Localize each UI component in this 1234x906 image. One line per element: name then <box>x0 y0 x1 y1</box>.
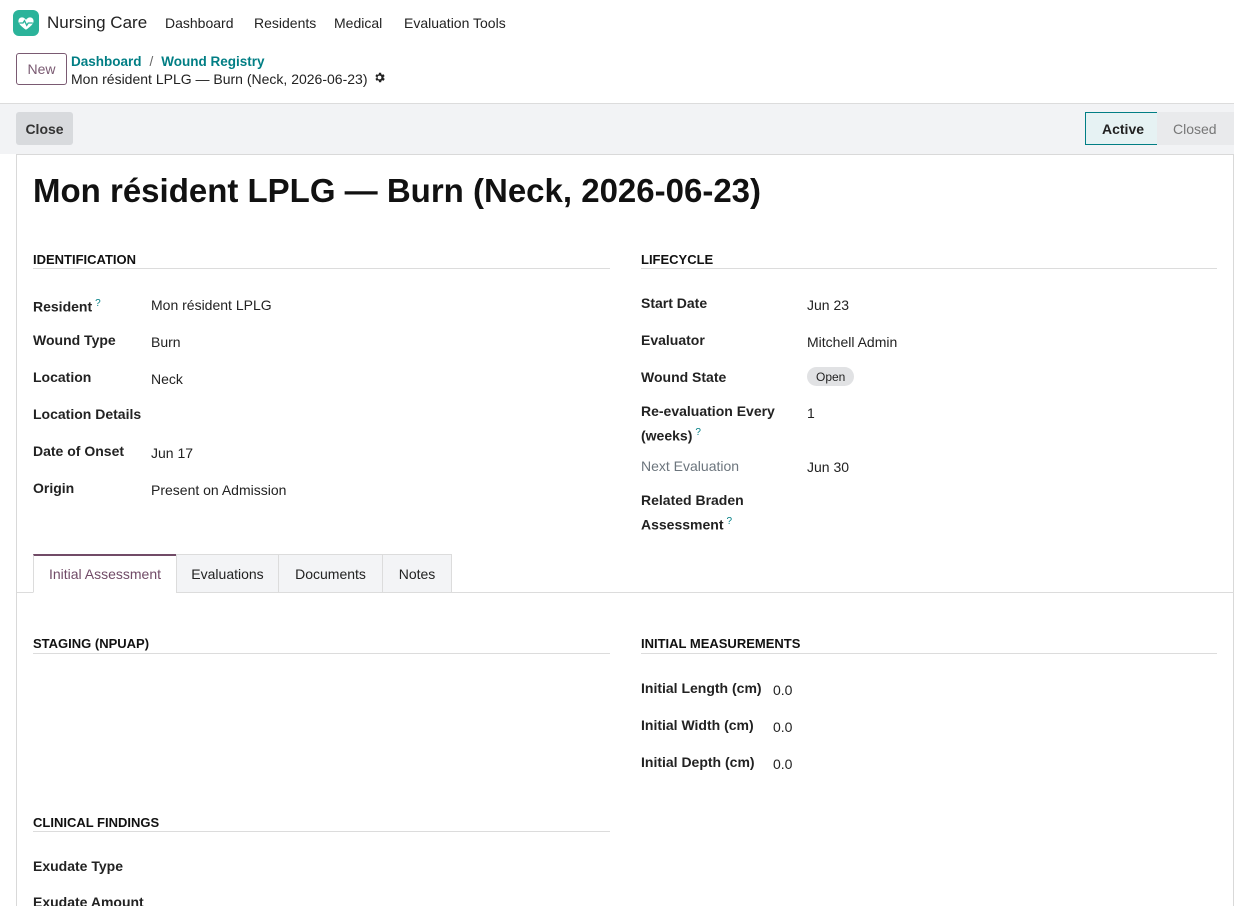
reevaluation-value[interactable]: 1 <box>807 405 815 421</box>
section-clinical-findings: Clinical Findings <box>33 815 160 830</box>
resident-label: Resident? <box>33 298 101 315</box>
status-bar <box>0 104 1234 154</box>
top-navbar: Nursing Care Dashboard Residents Medical… <box>0 0 1234 44</box>
section-divider <box>33 831 610 832</box>
breadcrumb-dashboard[interactable]: Dashboard <box>71 54 142 69</box>
wound-type-label: Wound Type <box>33 332 116 348</box>
initial-length-value[interactable]: 0.0 <box>773 682 792 698</box>
app-logo-icon[interactable] <box>13 10 39 36</box>
breadcrumb-wound-registry[interactable]: Wound Registry <box>161 54 264 69</box>
evaluator-value[interactable]: Mitchell Admin <box>807 334 897 350</box>
section-divider <box>33 653 610 654</box>
resident-value[interactable]: Mon résident LPLG <box>151 297 272 313</box>
initial-length-label: Initial Length (cm) <box>641 680 762 696</box>
wound-type-value[interactable]: Burn <box>151 334 181 350</box>
initial-width-value[interactable]: 0.0 <box>773 719 792 735</box>
next-evaluation-label: Next Evaluation <box>641 458 740 474</box>
initial-width-label: Initial Width (cm) <box>641 717 754 733</box>
stage-closed[interactable]: Closed <box>1157 112 1234 145</box>
reevaluation-label: Re-evaluation Every (weeks)? <box>641 403 775 444</box>
initial-depth-label: Initial Depth (cm) <box>641 754 755 770</box>
help-icon[interactable]: ? <box>695 427 701 438</box>
section-divider <box>641 653 1217 654</box>
wound-state-label: Wound State <box>641 369 727 385</box>
section-divider <box>641 268 1217 269</box>
tab-notes[interactable]: Notes <box>382 554 452 593</box>
tab-documents[interactable]: Documents <box>278 554 383 593</box>
section-initial-measurements: Initial Measurements <box>641 636 801 651</box>
new-button[interactable]: New <box>16 53 67 85</box>
date-of-onset-value[interactable]: Jun 17 <box>151 445 193 461</box>
record-title-row: Mon résident LPLG — Burn (Neck, 2026-06-… <box>71 71 386 87</box>
gear-icon[interactable] <box>373 71 386 87</box>
record-title: Mon résident LPLG — Burn (Neck, 2026-06-… <box>71 71 368 87</box>
nav-medical[interactable]: Medical <box>334 15 382 31</box>
form-sheet <box>16 154 1234 906</box>
close-button[interactable]: Close <box>16 112 73 145</box>
location-value[interactable]: Neck <box>151 371 183 387</box>
app-name[interactable]: Nursing Care <box>47 13 147 33</box>
section-identification: Identification <box>33 252 137 267</box>
stage-active[interactable]: Active <box>1085 112 1157 145</box>
tab-initial-assessment[interactable]: Initial Assessment <box>33 554 177 593</box>
start-date-value[interactable]: Jun 23 <box>807 297 849 313</box>
tab-evaluations[interactable]: Evaluations <box>176 554 279 593</box>
section-divider <box>33 268 610 269</box>
page-title: Mon résident LPLG — Burn (Neck, 2026-06-… <box>33 172 762 209</box>
date-of-onset-label: Date of Onset <box>33 443 125 459</box>
location-label: Location <box>33 369 92 385</box>
nav-dashboard[interactable]: Dashboard <box>165 15 234 31</box>
help-icon[interactable]: ? <box>95 298 101 309</box>
origin-value[interactable]: Present on Admission <box>151 482 286 498</box>
breadcrumb-separator: / <box>149 54 154 69</box>
nav-residents[interactable]: Residents <box>254 15 316 31</box>
location-details-label: Location Details <box>33 406 142 422</box>
next-evaluation-value: Jun 30 <box>807 459 850 475</box>
status-badge: Open <box>807 367 855 386</box>
origin-label: Origin <box>33 480 75 496</box>
initial-depth-value[interactable]: 0.0 <box>773 756 792 772</box>
breadcrumb: Dashboard / Wound Registry <box>71 54 265 69</box>
section-staging: Staging (NPUAP) <box>33 636 150 651</box>
section-lifecycle: Lifecycle <box>641 252 714 267</box>
nav-evaluation-tools[interactable]: Evaluation Tools <box>404 15 506 31</box>
exudate-type-label: Exudate Type <box>33 858 123 874</box>
braden-label: Related Braden Assessment? <box>641 492 744 533</box>
exudate-amount-label: Exudate Amount <box>33 894 144 906</box>
start-date-label: Start Date <box>641 295 708 311</box>
evaluator-label: Evaluator <box>641 332 705 348</box>
help-icon[interactable]: ? <box>727 516 733 527</box>
